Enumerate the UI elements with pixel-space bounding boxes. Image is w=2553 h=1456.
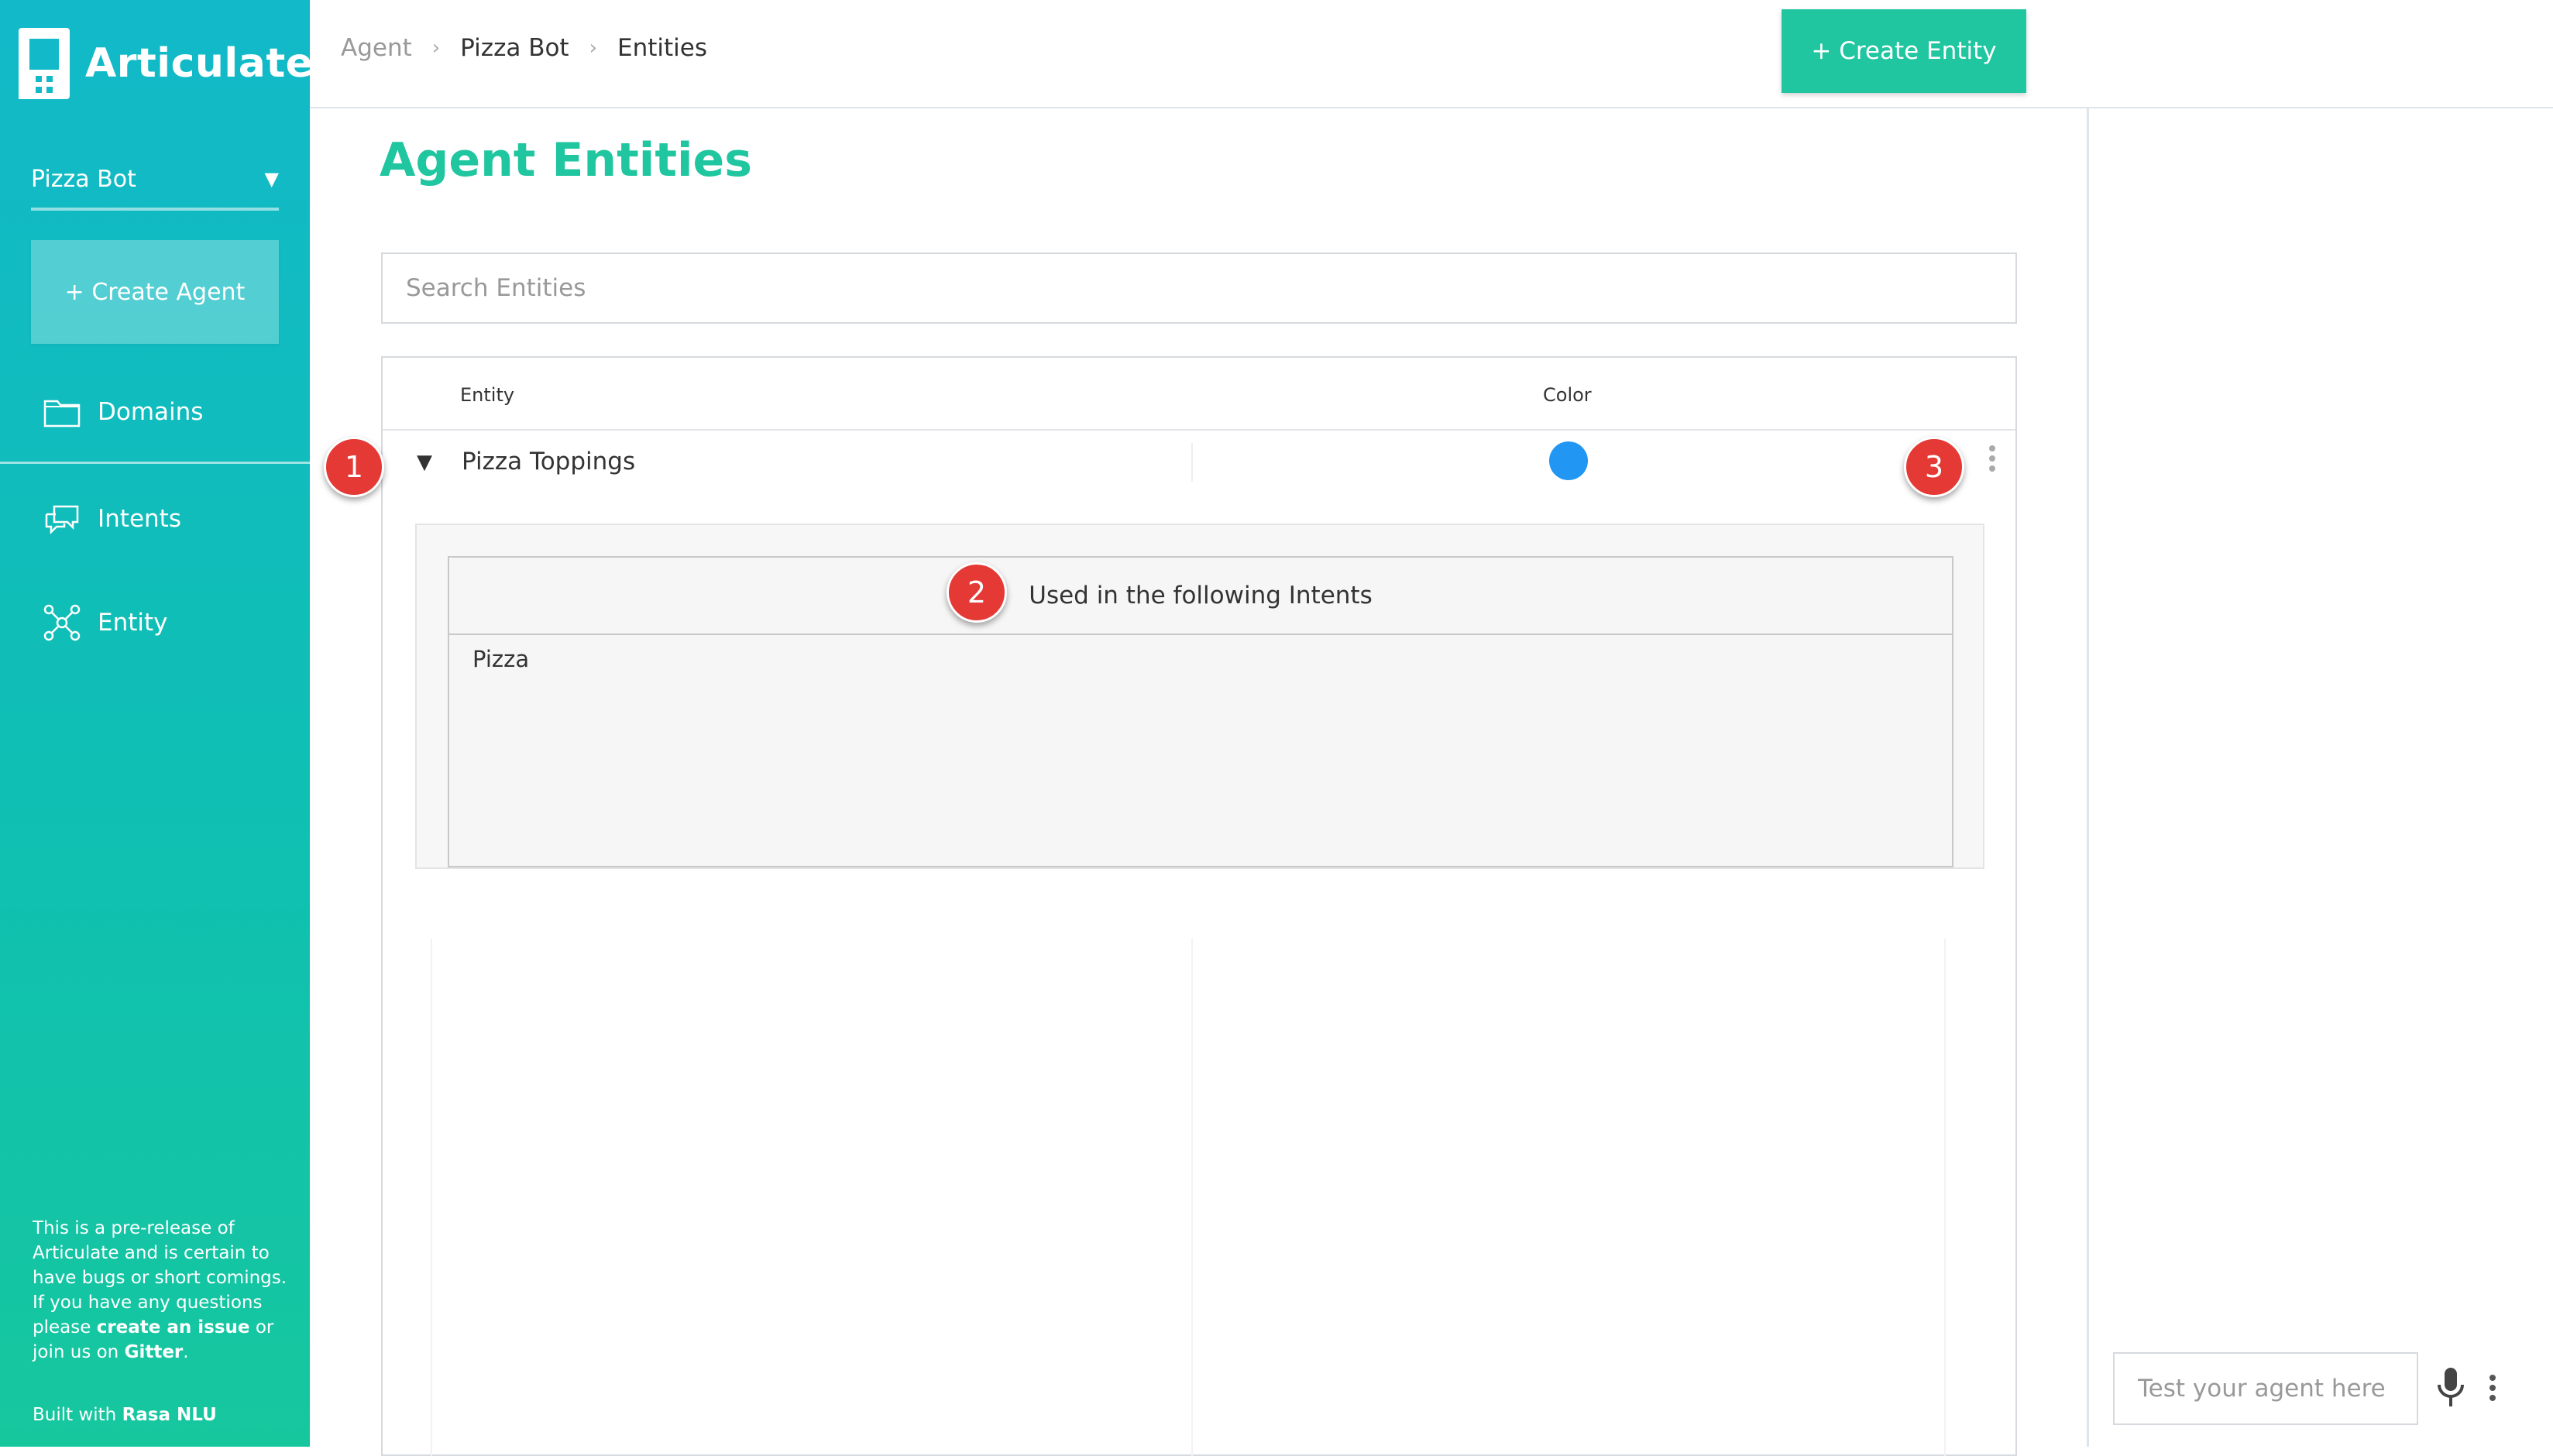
articulate-logo-icon <box>19 28 70 99</box>
grid-line <box>431 939 432 1456</box>
sidebar: Articulate Pizza Bot ▼ + Create Agent Do… <box>0 0 313 1447</box>
built-with: Built with Rasa NLU <box>33 1405 217 1425</box>
rasa-nlu-link[interactable]: Rasa NLU <box>122 1405 217 1425</box>
microphone-icon[interactable] <box>2435 1366 2466 1413</box>
test-panel-divider <box>2087 107 2089 1447</box>
sidebar-item-label: Intents <box>98 505 181 533</box>
breadcrumb: Agent › Pizza Bot › Entities <box>341 34 707 62</box>
breadcrumb-entities: Entities <box>617 34 707 62</box>
brand[interactable]: Articulate <box>19 28 313 99</box>
entity-network-icon <box>43 604 81 641</box>
top-header: Agent › Pizza Bot › Entities + Create En… <box>310 0 2553 108</box>
sidebar-divider <box>0 462 310 464</box>
entity-name[interactable]: Pizza Toppings <box>462 448 635 476</box>
page-title: Agent Entities <box>380 133 752 187</box>
folder-icon <box>43 400 81 428</box>
sidebar-item-label: Entity <box>98 609 168 637</box>
breadcrumb-separator-icon: › <box>589 36 597 60</box>
entities-table: Entity Color ▼ Pizza Toppings Used in th… <box>381 356 2017 1456</box>
column-header-color[interactable]: Color <box>1543 384 1592 406</box>
sidebar-item-domains[interactable]: Domains <box>43 389 203 435</box>
more-vert-icon[interactable] <box>1984 441 2000 480</box>
gitter-link[interactable]: Gitter <box>125 1342 184 1362</box>
intent-link[interactable]: Pizza <box>472 646 529 672</box>
breadcrumb-agent[interactable]: Agent <box>341 34 412 62</box>
agent-select-value: Pizza Bot <box>31 165 136 193</box>
chevron-down-icon: ▼ <box>264 168 279 190</box>
expand-toggle-icon[interactable]: ▼ <box>417 451 432 474</box>
breadcrumb-separator-icon: › <box>431 36 441 60</box>
annotation-badge-1: 1 <box>324 437 384 497</box>
create-entity-button[interactable]: + Create Entity <box>1782 9 2026 93</box>
entity-expanded-panel: Used in the following Intents Pizza <box>415 524 1984 869</box>
app-name: Articulate <box>85 40 314 87</box>
intents-usage-header: Used in the following Intents <box>449 558 1952 635</box>
test-agent-input[interactable] <box>2113 1352 2418 1425</box>
create-issue-link[interactable]: create an issue <box>97 1317 250 1338</box>
entity-color-swatch <box>1549 441 1588 480</box>
grid-line <box>1944 939 1946 1456</box>
note-text: . <box>183 1342 189 1362</box>
column-header-entity[interactable]: Entity <box>460 384 514 406</box>
breadcrumb-pizza-bot[interactable]: Pizza Bot <box>460 34 569 62</box>
cell-divider <box>1191 443 1193 482</box>
intents-usage-box: Used in the following Intents Pizza <box>448 556 1953 867</box>
more-vert-icon[interactable] <box>2485 1371 2500 1410</box>
sidebar-item-label: Domains <box>98 398 204 426</box>
prerelease-note: This is a pre-release of Articulate and … <box>33 1216 288 1365</box>
table-header-divider <box>383 429 2015 431</box>
agent-select[interactable]: Pizza Bot ▼ <box>31 150 279 211</box>
sidebar-item-entity[interactable]: Entity <box>43 599 168 646</box>
sidebar-item-intents[interactable]: Intents <box>43 496 181 542</box>
grid-line <box>1191 939 1193 1456</box>
annotation-badge-3: 3 <box>1904 437 1964 497</box>
built-with-prefix: Built with <box>33 1405 122 1425</box>
chat-bubbles-icon <box>45 505 79 534</box>
search-entities-input[interactable] <box>381 252 2017 324</box>
annotation-badge-2: 2 <box>947 562 1007 623</box>
create-agent-button[interactable]: + Create Agent <box>31 240 279 344</box>
